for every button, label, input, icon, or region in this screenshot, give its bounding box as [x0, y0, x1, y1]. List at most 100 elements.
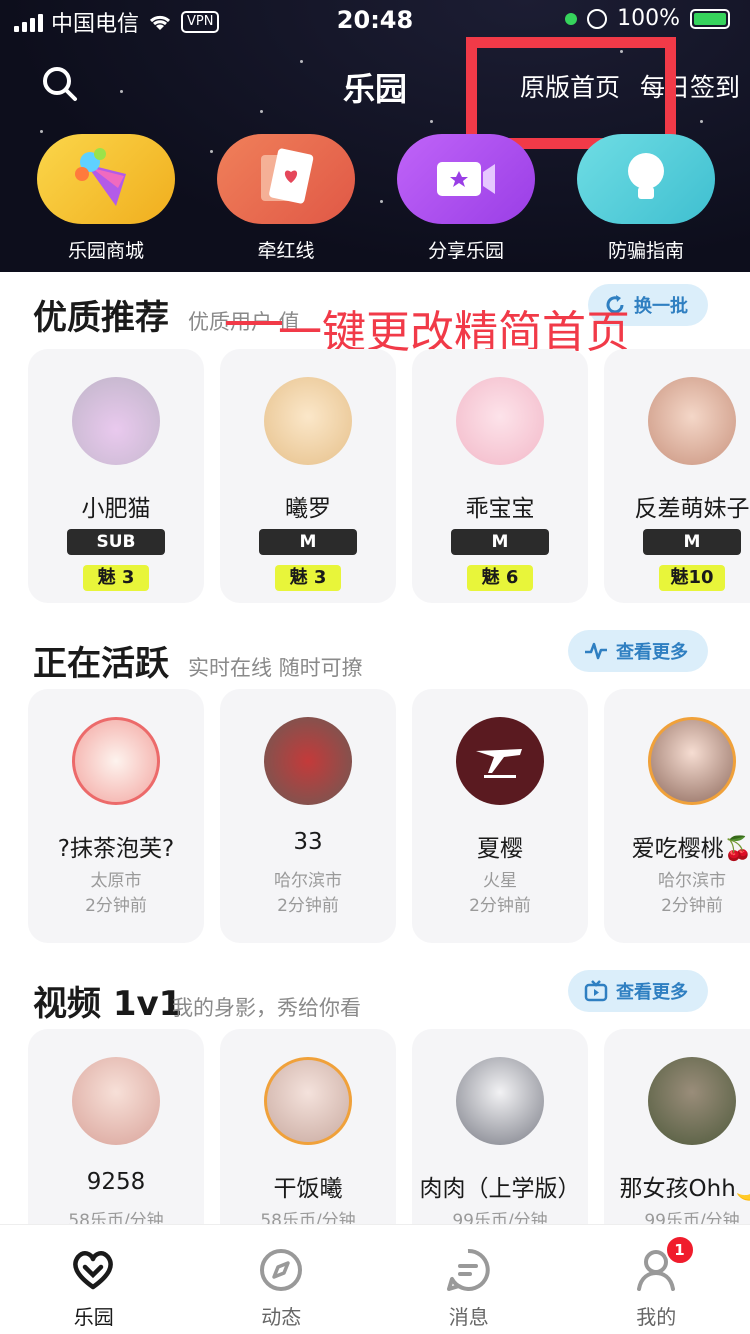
feature-pill	[37, 134, 175, 224]
feature-share[interactable]: 分享乐园	[376, 134, 556, 263]
user-card[interactable]: 33 哈尔滨市 2分钟前	[220, 689, 396, 943]
tv-icon	[584, 980, 608, 1002]
user-card[interactable]: 爱吃樱桃🍒 哈尔滨市 2分钟前	[604, 689, 750, 943]
status-bar: 中国电信 VPN 20:48 100%	[0, 0, 750, 40]
rotation-lock-icon	[587, 8, 608, 29]
bottom-nav: 乐园 动态 消息 1 我的	[0, 1224, 750, 1334]
avatar	[456, 377, 544, 465]
user-last-active: 2分钟前	[277, 896, 339, 916]
avatar	[72, 377, 160, 465]
recommend-cards: 小肥猫 SUB 魅 3 曦罗 M 魅 3 乖宝宝 M 魅 6 反差萌妹子 M 魅…	[28, 349, 750, 603]
avatar	[72, 717, 160, 805]
section-title: 优质推荐	[33, 298, 169, 338]
feature-label: 乐园商城	[67, 240, 144, 262]
video-icon	[437, 162, 495, 196]
highlight-box	[466, 37, 676, 149]
more-label: 查看更多	[616, 642, 688, 663]
chat-icon	[447, 1248, 490, 1291]
nav-label: 我的	[636, 1305, 677, 1329]
user-name: 肉肉（上学版）	[419, 1176, 581, 1202]
user-name: 夏樱	[477, 836, 523, 862]
recommend-section: 优质推荐 优质用户 值 换一批 一键更改精简首页 小肥猫 SUB 魅 3 曦罗 …	[0, 278, 750, 603]
user-card[interactable]: 小肥猫 SUB 魅 3	[28, 349, 204, 603]
charm-badge: 魅 6	[467, 565, 533, 591]
nav-paradise[interactable]: 乐园	[0, 1225, 188, 1334]
more-label: 查看更多	[616, 982, 688, 1003]
user-city: 太原市	[90, 871, 142, 891]
pulse-icon	[585, 642, 607, 660]
avatar	[456, 717, 544, 805]
user-last-active: 2分钟前	[469, 896, 531, 916]
avatar	[264, 1057, 352, 1145]
compass-icon	[259, 1249, 302, 1291]
header-area: 中国电信 VPN 20:48 100% 乐园 原版首页 每日签到 乐园商城 牵红…	[0, 0, 750, 272]
charm-badge: 魅 3	[83, 565, 149, 591]
feature-shop[interactable]: 乐园商城	[16, 134, 196, 263]
user-name: ?抹茶泡芙?	[57, 836, 175, 862]
nav-messages[interactable]: 消息	[375, 1225, 563, 1334]
active-cards: ?抹茶泡芙? 太原市 2分钟前 33 哈尔滨市 2分钟前 夏樱 火星 2分钟前 …	[28, 689, 750, 943]
battery-percent: 100%	[617, 6, 680, 31]
user-name: 干饭曦	[273, 1176, 343, 1202]
user-last-active: 2分钟前	[661, 896, 723, 916]
user-name: 乖宝宝	[465, 496, 535, 522]
nav-label: 乐园	[73, 1305, 114, 1329]
level-badge: M	[451, 529, 549, 555]
avatar	[264, 377, 352, 465]
nav-me[interactable]: 1 我的	[563, 1225, 750, 1334]
active-section: 正在活跃 实时在线 随时可撩 查看更多 ?抹茶泡芙? 太原市 2分钟前 33 哈…	[0, 624, 750, 943]
user-name: 33	[293, 829, 323, 855]
feature-matchmaking[interactable]: 牵红线	[196, 134, 376, 263]
user-city: 哈尔滨市	[274, 871, 342, 891]
section-title: 视频 1v1	[33, 984, 183, 1024]
nav-moments[interactable]: 动态	[188, 1225, 376, 1334]
feature-label: 牵红线	[257, 240, 315, 262]
avatar	[648, 717, 736, 805]
avatar	[264, 717, 352, 805]
user-name: 曦罗	[285, 496, 331, 522]
heel-logo-icon	[476, 749, 522, 778]
battery-icon	[690, 8, 730, 29]
feature-antifraud[interactable]: 防骗指南	[556, 134, 736, 263]
charm-badge: 魅10	[659, 565, 725, 591]
level-badge: SUB	[67, 529, 165, 555]
user-city: 哈尔滨市	[658, 871, 726, 891]
active-more-button[interactable]: 查看更多	[568, 630, 708, 672]
user-card[interactable]: 乖宝宝 M 魅 6	[412, 349, 588, 603]
avatar	[648, 1057, 736, 1145]
section-subtitle: 我的身影，秀给你看	[172, 996, 361, 1020]
nav-label: 消息	[448, 1305, 489, 1329]
user-name: 小肥猫	[81, 496, 151, 522]
level-badge: M	[643, 529, 741, 555]
avatar	[648, 377, 736, 465]
nav-label: 动态	[261, 1305, 302, 1329]
user-name: 9258	[86, 1169, 146, 1195]
feature-label: 防骗指南	[607, 240, 684, 262]
user-card[interactable]: 夏樱 火星 2分钟前	[412, 689, 588, 943]
notification-badge: 1	[664, 1235, 695, 1265]
user-card[interactable]: ?抹茶泡芙? 太原市 2分钟前	[28, 689, 204, 943]
feature-pill	[397, 134, 535, 224]
section-subtitle: 实时在线 随时可撩	[188, 656, 363, 680]
annotation-line	[226, 321, 282, 325]
video-more-button[interactable]: 查看更多	[568, 970, 708, 1012]
feature-label: 分享乐园	[427, 240, 504, 262]
heart-icon	[73, 1251, 113, 1290]
bulb-icon	[628, 153, 664, 199]
heart-card-icon	[261, 148, 314, 204]
avatar	[456, 1057, 544, 1145]
user-card[interactable]: 曦罗 M 魅 3	[220, 349, 396, 603]
section-title: 正在活跃	[33, 644, 169, 684]
user-name: 那女孩Ohh🌙	[619, 1176, 750, 1202]
refresh-label: 换一批	[634, 296, 688, 317]
level-badge: M	[259, 529, 357, 555]
video-section: 视频 1v1 我的身影，秀给你看 查看更多 9258 58乐币/分钟 干饭曦 5…	[0, 964, 750, 1283]
feature-row: 乐园商城 牵红线 分享乐园 防骗指南	[0, 134, 750, 263]
user-city: 火星	[483, 871, 517, 891]
charm-badge: 魅 3	[275, 565, 341, 591]
user-name: 反差萌妹子	[634, 496, 750, 522]
user-last-active: 2分钟前	[85, 896, 147, 916]
feature-pill	[577, 134, 715, 224]
avatar	[72, 1057, 160, 1145]
user-card[interactable]: 反差萌妹子 M 魅10	[604, 349, 750, 603]
